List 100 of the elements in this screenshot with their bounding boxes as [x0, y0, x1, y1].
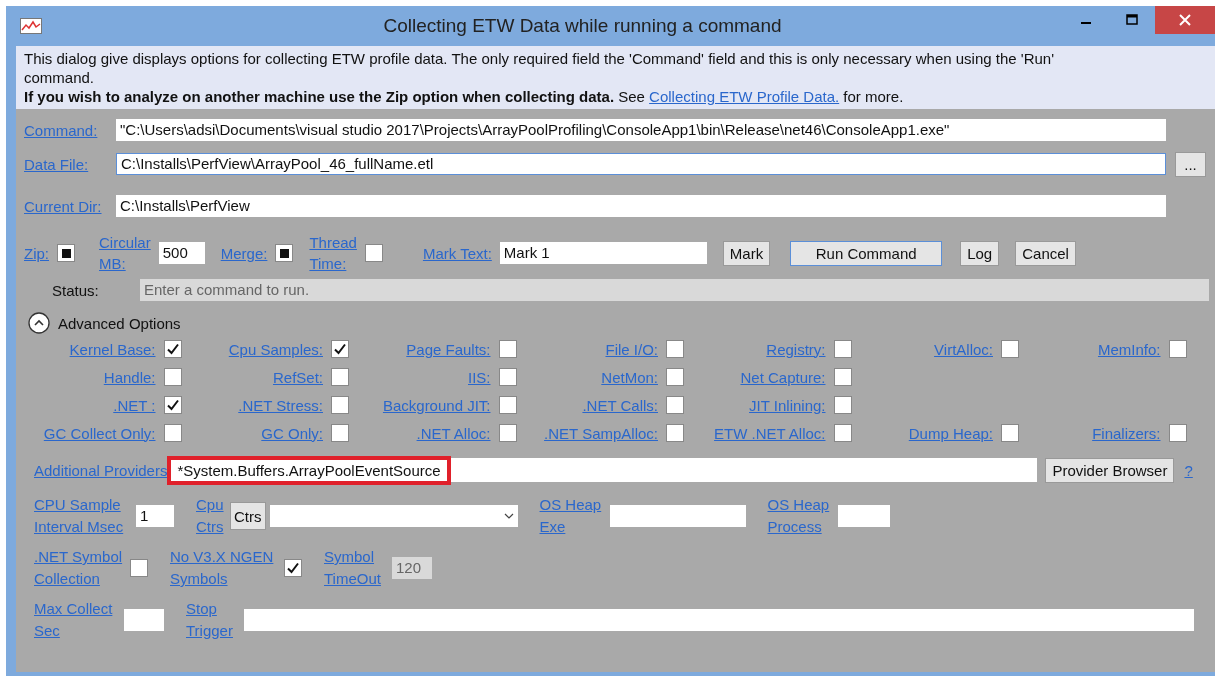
- field-label[interactable]: MemInfo:: [1097, 340, 1161, 358]
- field-label[interactable]: Current Dir:: [24, 197, 116, 215]
- close-icon[interactable]: [1179, 14, 1191, 26]
- text-field[interactable]: C:\Installs\PerfView: [116, 195, 1166, 217]
- checkbox[interactable]: [833, 340, 852, 358]
- checkbox[interactable]: [498, 396, 517, 414]
- field-label[interactable]: RefSet:: [272, 368, 323, 386]
- field-label[interactable]: Max Collect Sec: [34, 598, 120, 642]
- checkbox[interactable]: [275, 244, 294, 262]
- field-label[interactable]: .NET :: [113, 396, 156, 414]
- provider-browser-button[interactable]: Provider Browser: [1045, 457, 1175, 483]
- field-label[interactable]: Mark Text:: [422, 242, 492, 264]
- field-label[interactable]: JIT Inlining:: [749, 396, 826, 414]
- field-label[interactable]: GC Only:: [261, 424, 323, 442]
- help-link[interactable]: Collecting ETW Profile Data.: [649, 88, 840, 105]
- text-field[interactable]: C:\Installs\PerfView\ArrayPool_46_fullName.etl: [116, 153, 1166, 175]
- field-label[interactable]: Background JIT:: [382, 396, 491, 414]
- checkbox[interactable]: [666, 396, 684, 414]
- chart-icon: [20, 18, 42, 34]
- field-label[interactable]: Kernel Base:: [69, 340, 156, 358]
- field-label[interactable]: OS Heap Process: [767, 494, 834, 538]
- button[interactable]: Run Command: [790, 240, 943, 266]
- field-label[interactable]: File I/O:: [605, 340, 658, 358]
- checkbox[interactable]: [331, 340, 349, 358]
- text-field[interactable]: [837, 505, 890, 527]
- text-field[interactable]: [244, 609, 1194, 631]
- text-field[interactable]: "C:\Users\adsi\Documents\visual studio 2017\Projects\ArrayPoolProfiling\ConsoleApp1\bin\Release\net46\ConsoleApp1.exe": [116, 119, 1166, 141]
- field-label[interactable]: NetMon:: [601, 368, 658, 386]
- field-label[interactable]: VirtAlloc:: [934, 340, 993, 358]
- checkbox[interactable]: [57, 244, 75, 262]
- field-label[interactable]: Merge:: [220, 242, 268, 264]
- field-label[interactable]: Registry:: [766, 340, 826, 358]
- checkbox[interactable]: [163, 424, 182, 442]
- field-label[interactable]: Command:: [24, 121, 116, 139]
- checkbox[interactable]: [1168, 340, 1187, 358]
- field-label[interactable]: ETW .NET Alloc:: [714, 424, 826, 442]
- field-label[interactable]: Data File:: [24, 155, 116, 173]
- browse-button[interactable]: ...: [1175, 151, 1206, 177]
- section-label: Advanced Options: [58, 314, 181, 332]
- checkbox[interactable]: [666, 340, 684, 358]
- collapse-icon[interactable]: [28, 312, 50, 334]
- checkbox[interactable]: [833, 396, 852, 414]
- field-label[interactable]: Thread Time:: [309, 232, 357, 274]
- checkbox[interactable]: [1001, 424, 1019, 442]
- checkbox[interactable]: [498, 424, 517, 442]
- field-label[interactable]: Additional Providers: [34, 461, 168, 479]
- field-label[interactable]: Page Faults:: [406, 340, 491, 358]
- checkbox[interactable]: [163, 396, 182, 414]
- field-label[interactable]: No V3.X NGEN Symbols: [170, 546, 280, 590]
- checkbox[interactable]: [331, 368, 349, 386]
- checkbox[interactable]: [130, 559, 148, 577]
- status-field: Enter a command to run.: [140, 279, 1209, 301]
- checkbox[interactable]: [1001, 340, 1019, 358]
- text-field[interactable]: 500: [158, 242, 205, 264]
- button[interactable]: Cancel: [1015, 240, 1076, 266]
- field-label[interactable]: IIS:: [468, 368, 491, 386]
- description-text: This dialog give displays options for collecting ETW profile data. The only required field the 'Command' field and this is only necessary when using the 'Run' command.: [24, 49, 1056, 87]
- checkbox[interactable]: [331, 396, 349, 414]
- field-label[interactable]: GC Collect Only:: [43, 424, 156, 442]
- text-field[interactable]: *System.Buffers.ArrayPoolEventSource: [167, 458, 1038, 482]
- checkbox[interactable]: [498, 368, 517, 386]
- caret-icon: [503, 513, 514, 519]
- field-label[interactable]: .NET Symbol Collection: [34, 546, 126, 590]
- field-label[interactable]: .NET Alloc:: [416, 424, 491, 442]
- field-label[interactable]: .NET Calls:: [582, 396, 658, 414]
- checkbox[interactable]: [163, 340, 182, 358]
- text-field[interactable]: [124, 609, 164, 631]
- button[interactable]: Mark: [722, 240, 771, 266]
- maximize-icon[interactable]: [1126, 14, 1138, 26]
- field-label[interactable]: Cpu Samples:: [228, 340, 323, 358]
- field-label[interactable]: .NET SampAlloc:: [544, 424, 658, 442]
- checkbox[interactable]: [364, 244, 383, 262]
- text-field[interactable]: Mark 1: [499, 242, 707, 264]
- button[interactable]: Log: [960, 240, 1000, 266]
- text-field[interactable]: 1: [136, 505, 174, 527]
- checkbox[interactable]: [1168, 424, 1187, 442]
- button[interactable]: Ctrs: [230, 502, 266, 530]
- checkbox[interactable]: [833, 368, 852, 386]
- description-text: If you wish to analyze on another machine use the Zip option when collecting data. See Collecting ETW Profile Data. for more.: [24, 87, 905, 106]
- checkbox[interactable]: [331, 424, 349, 442]
- close-button[interactable]: [1155, 6, 1215, 34]
- field-label[interactable]: Handle:: [103, 368, 156, 386]
- checkbox[interactable]: [666, 368, 684, 386]
- field-label[interactable]: CPU Sample Interval Msec: [34, 494, 132, 538]
- field-label[interactable]: Dump Heap:: [908, 424, 993, 442]
- field-label[interactable]: OS Heap Exe: [539, 494, 606, 538]
- checkbox[interactable]: [498, 340, 517, 358]
- checkbox[interactable]: [163, 368, 182, 386]
- field-label[interactable]: Zip:: [24, 242, 49, 264]
- field-label[interactable]: Finalizers:: [1092, 424, 1161, 442]
- text-field[interactable]: [609, 505, 746, 527]
- field-label[interactable]: .NET Stress:: [238, 396, 323, 414]
- field-label[interactable]: Stop Trigger: [186, 598, 240, 642]
- checkbox[interactable]: [666, 424, 684, 442]
- help-link[interactable]: ?: [1184, 461, 1193, 479]
- checkbox[interactable]: [833, 424, 852, 442]
- checkbox[interactable]: [284, 559, 302, 577]
- field-label[interactable]: Circular MB:: [99, 232, 151, 274]
- field-label[interactable]: Cpu Ctrs: [196, 494, 226, 538]
- field-label[interactable]: Net Capture:: [740, 368, 826, 386]
